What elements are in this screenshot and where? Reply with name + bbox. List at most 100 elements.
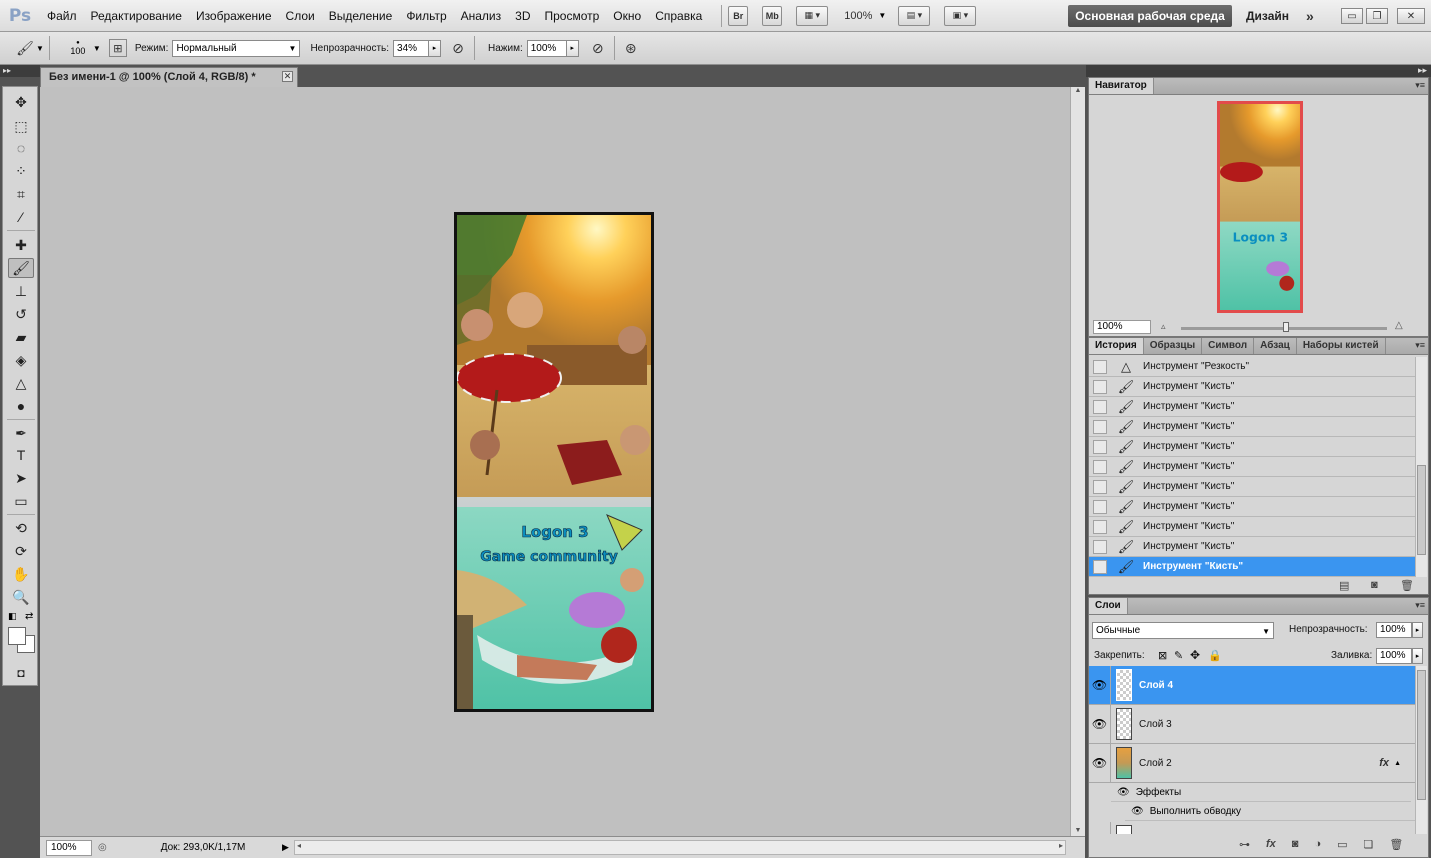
bucket-tool-icon[interactable]: ◈: [8, 350, 34, 370]
history-tab[interactable]: Наборы кистей: [1297, 338, 1386, 354]
new-document-from-state-icon[interactable]: ▤: [1339, 579, 1349, 592]
history-tab[interactable]: Символ: [1202, 338, 1255, 354]
opacity-slider-arrow-icon[interactable]: ▸: [429, 39, 442, 57]
eyedropper-tool-icon[interactable]: ⁄: [8, 207, 34, 227]
new-group-icon[interactable]: ▭: [1337, 838, 1347, 851]
panel-menu-icon[interactable]: ▾≡: [1415, 600, 1425, 611]
navigator-slider-knob[interactable]: [1283, 322, 1289, 332]
healing-tool-icon[interactable]: ✚: [8, 235, 34, 255]
history-brush-tool-icon[interactable]: ↺: [8, 304, 34, 324]
workspace-more-icon[interactable]: »: [1306, 0, 1314, 32]
scroll-right-icon[interactable]: ▸: [1059, 841, 1063, 850]
history-row[interactable]: △ Инструмент "Резкость": [1089, 357, 1415, 377]
history-scrollbar[interactable]: [1415, 357, 1427, 577]
artwork-canvas[interactable]: Logon 3 Game community: [454, 212, 654, 712]
stamp-tool-icon[interactable]: ⊥: [8, 281, 34, 301]
flow-input[interactable]: 100%: [526, 39, 567, 57]
type-tool-icon[interactable]: T: [8, 445, 34, 465]
layer-row[interactable]: [1089, 821, 1415, 834]
history-row[interactable]: 🖌 Инструмент "Кисть": [1089, 537, 1415, 557]
menu-item[interactable]: Слои: [279, 0, 322, 32]
pressure-opacity-icon[interactable]: ⊘: [447, 37, 469, 59]
history-row[interactable]: 🖌 Инструмент "Кисть": [1089, 397, 1415, 417]
history-snapshot-checkbox[interactable]: [1093, 559, 1107, 574]
layers-scrollbar[interactable]: [1415, 666, 1427, 834]
zoom-tool-icon[interactable]: 🔍: [8, 587, 34, 607]
menu-item[interactable]: Изображение: [189, 0, 279, 32]
pen-tool-icon[interactable]: ✒: [8, 423, 34, 443]
menu-item[interactable]: 3D: [508, 0, 537, 32]
menu-item[interactable]: Выделение: [322, 0, 400, 32]
menu-item[interactable]: Анализ: [454, 0, 509, 32]
history-tab[interactable]: История: [1089, 338, 1144, 354]
stroke-effect-row[interactable]: 👁 Выполнить обводку: [1125, 802, 1415, 821]
fill-input[interactable]: 100%: [1376, 648, 1412, 664]
lock-position-icon[interactable]: ✥: [1190, 648, 1200, 662]
swap-colors-icon[interactable]: ⇄: [25, 611, 33, 622]
crop-tool-icon[interactable]: ⌗: [8, 184, 34, 204]
snapshot-icon[interactable]: ◙: [1371, 579, 1378, 591]
history-row[interactable]: 🖌 Инструмент "Кисть": [1089, 437, 1415, 457]
3d-orbit-tool-icon[interactable]: ⟳: [8, 541, 34, 561]
flow-slider-arrow-icon[interactable]: ▸: [566, 39, 579, 57]
layer-opacity-input[interactable]: 100%: [1376, 622, 1412, 638]
effects-row[interactable]: 👁 Эффекты: [1111, 783, 1411, 802]
layer-fx-icon[interactable]: fx: [1379, 757, 1389, 769]
default-colors-icon[interactable]: ◧: [8, 611, 17, 622]
fill-arrow-icon[interactable]: ▸: [1412, 648, 1423, 664]
lasso-tool-icon[interactable]: ◌: [8, 138, 34, 158]
new-layer-icon[interactable]: ❏: [1364, 838, 1374, 851]
zoom-out-icon[interactable]: ▵: [1161, 321, 1166, 332]
lock-pixels-icon[interactable]: ✎: [1174, 649, 1183, 662]
pressure-size-icon[interactable]: ⊛: [620, 37, 642, 59]
history-snapshot-checkbox[interactable]: [1093, 539, 1107, 554]
history-tab[interactable]: Образцы: [1144, 338, 1203, 354]
path-select-tool-icon[interactable]: ➤: [8, 468, 34, 488]
zoom-level-label[interactable]: 100%: [844, 10, 872, 22]
visibility-eye-icon[interactable]: 👁: [1089, 704, 1111, 744]
visibility-eye-icon[interactable]: 👁: [1089, 666, 1111, 705]
horizontal-scrollbar[interactable]: ◂ ▸: [294, 840, 1066, 855]
collapse-dock-icon[interactable]: ▸▸: [1418, 65, 1427, 76]
visibility-eye-icon[interactable]: [1089, 821, 1111, 834]
status-icon[interactable]: ◎: [98, 842, 107, 853]
history-scroll-thumb[interactable]: [1417, 465, 1426, 555]
workspace-button[interactable]: Основная рабочая среда: [1068, 5, 1232, 27]
menu-item[interactable]: Окно: [606, 0, 648, 32]
history-tab[interactable]: Абзац: [1254, 338, 1297, 354]
foreground-color-swatch[interactable]: [8, 627, 26, 645]
history-row[interactable]: 🖌 Инструмент "Кисть": [1089, 497, 1415, 517]
effects-eye-icon[interactable]: 👁: [1117, 787, 1130, 798]
panel-dock-collapse[interactable]: ▸▸: [1086, 65, 1431, 77]
minimize-button[interactable]: ▭: [1341, 8, 1363, 24]
close-tab-icon[interactable]: ✕: [282, 71, 293, 82]
history-snapshot-checkbox[interactable]: [1093, 519, 1107, 534]
screen-mode-button[interactable]: ▣ ▾: [944, 5, 977, 26]
vertical-scrollbar[interactable]: ▲ ▼: [1070, 87, 1085, 836]
extras-menu-button[interactable]: ▦ ▾: [796, 5, 829, 26]
zoom-dropdown-icon[interactable]: ▼: [878, 11, 886, 20]
menu-item[interactable]: Справка: [648, 0, 709, 32]
zoom-input[interactable]: 100%: [46, 839, 92, 856]
brush-tool-icon[interactable]: 🖌: [8, 258, 34, 278]
navigator-preview[interactable]: Logon 3: [1217, 101, 1303, 313]
quick-mask-icon[interactable]: ◘: [8, 663, 34, 683]
3d-rotate-tool-icon[interactable]: ⟲: [8, 518, 34, 538]
adjustment-layer-icon[interactable]: ◑: [1314, 838, 1321, 851]
expand-effects-icon[interactable]: ▲: [1394, 760, 1401, 767]
toolbar-collapse[interactable]: ▸▸: [0, 65, 40, 77]
history-snapshot-checkbox[interactable]: [1093, 399, 1107, 414]
bridge-button[interactable]: Br: [728, 5, 749, 26]
hand-tool-icon[interactable]: ✋: [8, 564, 34, 584]
zoom-in-icon[interactable]: △: [1395, 320, 1403, 331]
layer-blend-mode-select[interactable]: Обычные ▼: [1092, 622, 1274, 639]
history-snapshot-checkbox[interactable]: [1093, 459, 1107, 474]
scroll-left-icon[interactable]: ◂: [297, 841, 301, 850]
link-layers-icon[interactable]: ⊶: [1239, 838, 1250, 851]
minibridge-button[interactable]: Mb: [762, 5, 783, 26]
menu-item[interactable]: Фильтр: [399, 0, 453, 32]
stroke-effect-eye-icon[interactable]: 👁: [1131, 806, 1144, 817]
history-snapshot-checkbox[interactable]: [1093, 479, 1107, 494]
eraser-tool-icon[interactable]: ▰: [8, 327, 34, 347]
layer-opacity-arrow-icon[interactable]: ▸: [1412, 622, 1423, 638]
